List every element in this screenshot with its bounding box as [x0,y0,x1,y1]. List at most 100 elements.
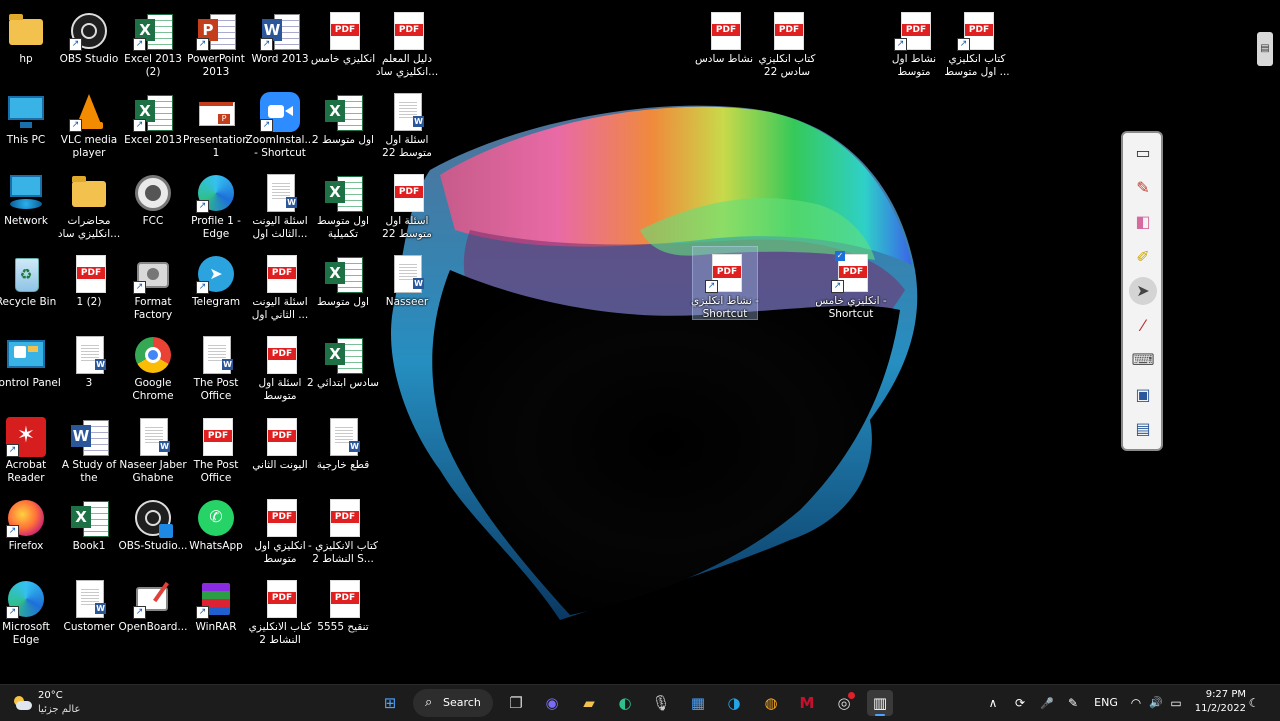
edge-taskbar-button[interactable]: ◐ [612,690,638,716]
chat-button[interactable]: ◉ [539,690,565,716]
eraser-button[interactable]: ◧ [1129,208,1157,236]
checkbox-icon[interactable]: ✓ [835,251,845,261]
store-button[interactable]: ▦ [685,690,711,716]
desktop-icon-presentation1[interactable]: P Presentation1 [183,86,249,164]
openboard-toolbar: ▭ ✎ ◧ ✐ ➤ ⁄ ⌨ ▣ ▤ [1121,131,1163,451]
edge-dev-button[interactable]: ◑ [721,690,747,716]
shortcut-arrow-icon: ↗ [133,606,146,619]
start-button[interactable]: ⊞ [377,690,403,716]
desktop-icon-obs-studio-2[interactable]: OBS-Studio... [118,492,188,570]
wifi-button[interactable]: ◠ [1128,689,1144,717]
desktop-icon-first-intermediate-2[interactable]: X اول متوسط 2 [311,86,375,164]
desktop-icon-1-2-pdf[interactable]: PDF 1 (2) [57,248,121,326]
clock[interactable]: 9:27 PM 11/2/2022 [1186,688,1246,716]
desktop-icon-profile-edge[interactable]: ↗ Profile 1 - Edge [184,167,248,245]
store-icon: ▦ [690,694,706,712]
desktop-icon-english-book-sixth-22[interactable]: PDF كتاب انكليزي سادس 22 [755,5,819,83]
winrar-icon: ↗ [196,579,236,619]
desktop-icon-acrobat-reader[interactable]: ✶ ↗ Acrobat Reader [0,411,58,489]
microphone-taskbar-button[interactable]: 🎙 [648,690,674,716]
desktop-icon-english-first-intermediate[interactable]: PDF انكليزي اول متوسط [248,492,312,570]
desktop-icon-3-doc[interactable]: W 3 [57,329,121,407]
obs-taskbar-button[interactable]: ◎ [831,690,857,716]
desktop-icon-sixth-activity[interactable]: PDF نشاط سادس [692,5,756,83]
keyboard-button[interactable]: ⌨ [1129,346,1157,374]
weather-temperature: 20°C [38,690,63,701]
desktop-icon-book1[interactable]: X Book1 [57,492,121,570]
desktop-icon-zoom-installer[interactable]: ↗ ZoomInstal... - Shortcut [246,86,314,164]
desktop-icon-whatsapp[interactable]: ✆ WhatsApp [184,492,248,570]
desktop-icon-obs-studio[interactable]: ↗ OBS Studio [57,5,121,83]
desktop-icon-openboard[interactable]: ↗ OpenBoard... [119,573,187,651]
sync-button[interactable]: ⟳ [1011,689,1029,717]
mcafee-button[interactable]: M [794,690,820,716]
desktop-icon-vlc[interactable]: ↗ VLC media player [57,86,121,164]
desktop-icon-sixth-primary-2[interactable]: X سادس ابتدائي 2 [307,329,379,407]
desktop-icon-english-fifth-shortcut[interactable]: PDF ↗ ✓ انكليزي خامس - Shortcut [815,247,887,325]
desktop-icon-first-intermediate-22-pdf[interactable]: PDF اسئلة اول متوسط 22 [375,167,439,245]
desktop-icon-post-office-pdf[interactable]: PDF The Post Office [184,411,248,489]
battery-button[interactable]: ▭ [1168,689,1184,717]
desktop-icon-google-chrome[interactable]: Google Chrome [121,329,185,407]
microphone-tray-button[interactable]: 🎤 [1038,689,1056,717]
desktop-icon-customer[interactable]: W Customer [57,573,121,651]
task-view-button[interactable]: ❐ [503,690,529,716]
desktop-icon-unit-two[interactable]: PDF اليونت الثاني [248,411,312,489]
desktop-icon-first-intermediate-questions[interactable]: PDF اسئلة اول متوسط [248,329,312,407]
desktop-icon-first-intermediate[interactable]: X اول متوسط [311,248,375,326]
file-explorer-button[interactable]: ▰ [576,690,602,716]
volume-button[interactable]: 🔊 [1148,689,1164,717]
pen-menu-button[interactable]: ✎ [1064,689,1082,717]
language-button[interactable]: ENG [1092,689,1120,717]
desktop-icon-telegram[interactable]: ➤ ↗ Telegram [184,248,248,326]
desktop-icon-fcc[interactable]: FCC [121,167,185,245]
presentation-file-icon: P [196,92,236,132]
pen-button[interactable]: ✎ [1129,174,1157,202]
whiteboard-button[interactable]: ▭ [1129,139,1157,167]
openboard-taskbar-button[interactable]: ▥ [867,690,893,716]
desktop-icon-microsoft-edge[interactable]: ↗ Microsoft Edge [0,573,58,651]
tray-overflow-button[interactable]: ∧ [985,689,1001,717]
icon-label: كتاب انكليزي سادس 22 [758,53,816,78]
capture-button[interactable]: ▣ [1129,381,1157,409]
desktop-icon-unit2-questions[interactable]: PDF اسئلة اليونت الثاني اول ... [248,248,312,326]
desktop-icon-recycle-bin[interactable]: ♻ Recycle Bin [0,248,58,326]
desktop-icon-excel-2013-2[interactable]: X ↗ Excel 2013 (2) [121,5,185,83]
desktop-icon-control-panel[interactable]: Control Panel [0,329,61,407]
desktop-icon-naseer-jaber[interactable]: W Naseer Jaber Ghabne [119,411,187,489]
desktop-icon-unit3-questions[interactable]: W اسئلة اليونت الثالث اول... [248,167,312,245]
desktop-icon-external-parts[interactable]: W قطع خارجية [311,411,375,489]
laser-button[interactable]: ⁄ [1129,312,1157,340]
desktop-button[interactable]: ▤ [1129,415,1157,443]
desktop-icon-study-doc[interactable]: W A Study of the Traumat... [57,411,121,489]
desktop-icon-network[interactable]: Network [0,167,58,245]
desktop-icon-winrar[interactable]: ↗ WinRAR [184,573,248,651]
highlighter-button[interactable]: ✐ [1129,243,1157,271]
desktop-icon-first-intermediate-supplementary[interactable]: X اول متوسط تكميلية [311,167,375,245]
shortcut-arrow-icon: ↗ [133,38,146,51]
desktop-icon-hp[interactable]: hp [0,5,58,83]
desktop-icon-teacher-guide[interactable]: PDF دليل المعلم انكليزي ساد... [375,5,439,83]
desktop-icon-powerpoint-2013[interactable]: P ↗ PowerPoint 2013 [184,5,248,83]
desktop-icon-post-office-doc[interactable]: W The Post Office [184,329,248,407]
desktop-icon-english-fifth[interactable]: PDF انكليزي خامس [311,5,375,83]
desktop-icon-english-activity-shortcut[interactable]: PDF ↗ نشاط انكليزي - Shortcut [691,246,759,320]
desktop-icon-format-factory[interactable]: ↗ Format Factory [121,248,185,326]
desktop-icon-revision-5555[interactable]: PDF تنقيح 5555 [311,573,375,651]
pointer-button[interactable]: ➤ [1129,277,1157,305]
desktop-icon-english-book-activity[interactable]: PDF كتاب الانكليزي النشاط 2 [248,573,312,651]
search-box[interactable]: ⌕ Search [413,689,493,717]
notifications-button[interactable]: ☾ [1246,689,1262,717]
desktop-icon-first-intermediate-22-doc[interactable]: W اسئلة اول متوسط 22 [375,86,439,164]
desktop-icon-lectures-folder[interactable]: محاضرات انكليزي ساد... [57,167,121,245]
desktop-icon-excel-2013[interactable]: X ↗ Excel 2013 [121,86,185,164]
openboard-side-tab[interactable]: ▤ [1257,32,1273,66]
desktop-icon-this-pc[interactable]: This PC [0,86,58,164]
desktop-icon-english-book-activity-2s[interactable]: PDF كتاب الانكليزي - النشاط 2 S... [308,492,378,570]
desktop-icon-firefox[interactable]: ↗ Firefox [0,492,58,570]
desktop-icon-first-intermediate-activity[interactable]: PDF ↗ نشاط اول متوسط [882,5,946,83]
desktop-icon-nasseer[interactable]: W Nasseer [375,248,439,326]
paint-button[interactable]: ◍ [758,690,784,716]
desktop-icon-english-book-first-intermediate[interactable]: PDF ↗ كتاب انكليزي اول متوسط ... [944,5,1010,83]
desktop-icon-word-2013[interactable]: W ↗ Word 2013 [248,5,312,83]
